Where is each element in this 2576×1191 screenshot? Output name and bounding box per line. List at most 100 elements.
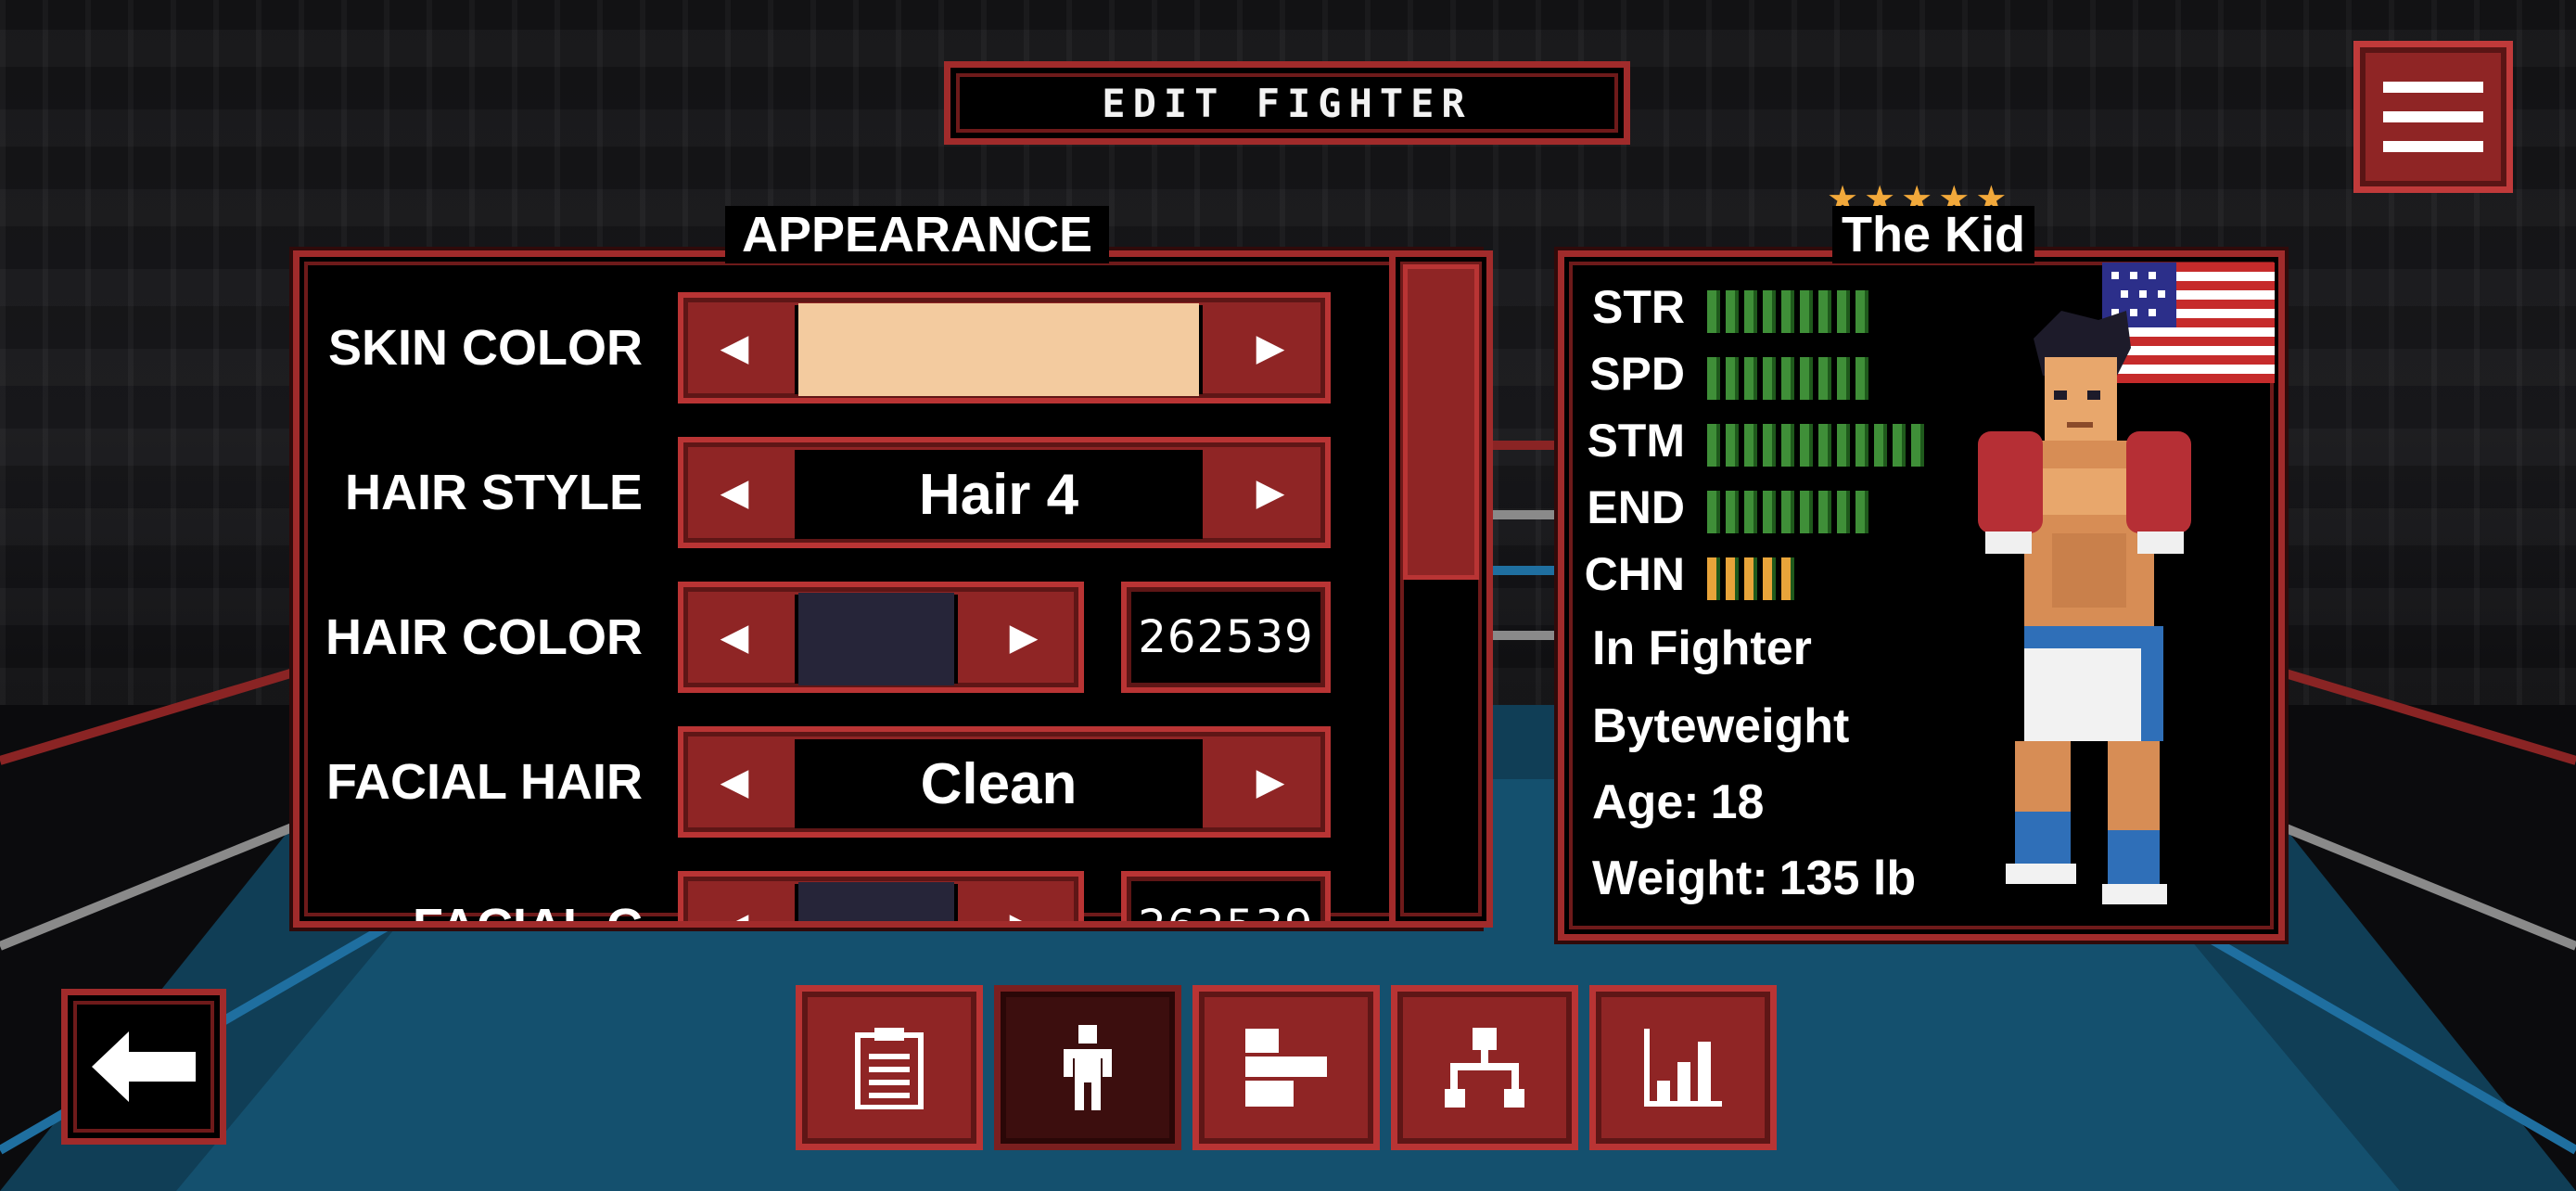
- arrow-right-icon: ▶: [1009, 616, 1039, 659]
- hierarchy-icon: [1445, 1028, 1524, 1108]
- stat-segment: [1707, 491, 1720, 533]
- stat-segment: [1855, 491, 1868, 533]
- hair-style-selector: ◀ Hair 4 ▶: [678, 437, 1331, 548]
- arrow-left-icon: ◀: [720, 761, 749, 803]
- hair-style-row: HAIR STYLE ◀ Hair 4 ▶: [300, 437, 1459, 548]
- appearance-scrollbar[interactable]: [1389, 250, 1493, 928]
- stat-segment: [1855, 357, 1868, 400]
- skin-color-row: SKIN COLOR ◀ ▶: [300, 292, 1459, 403]
- stat-segment: [1893, 424, 1906, 467]
- stat-segment: [1763, 424, 1776, 467]
- stat-segment: [1726, 557, 1739, 600]
- stat-segment: [1726, 357, 1739, 400]
- stat-segment: [1744, 290, 1757, 333]
- fighter-panel: STR SPD STM END CHN In Fighter Byteweight Ag…: [1558, 250, 2285, 941]
- appearance-panel: SKIN COLOR ◀ ▶ HAIR STYLE ◀ Hair 4 ▶ HAI…: [293, 250, 1480, 928]
- page-title: EDIT FIGHTER: [944, 61, 1630, 145]
- skin-color-next-button[interactable]: ▶: [1219, 298, 1321, 398]
- stat-segment: [1726, 491, 1739, 533]
- facial-color-swatch: [795, 882, 958, 921]
- age-line: Age: 18: [1592, 775, 1764, 830]
- stat-segment: [1726, 424, 1739, 467]
- stat-segment: [1781, 491, 1794, 533]
- fighter-name: The Kid: [1832, 206, 2034, 263]
- stat-label: CHN: [1584, 548, 1685, 600]
- facial-color-next-button[interactable]: ▶: [973, 877, 1075, 921]
- stat-segment: [1781, 424, 1794, 467]
- facial-color-hex-input[interactable]: 262539: [1121, 871, 1331, 921]
- facial-hair-selector: ◀ Clean ▶: [678, 726, 1331, 838]
- stat-segment: [1763, 290, 1776, 333]
- skin-color-prev-button[interactable]: ◀: [683, 298, 785, 398]
- stat-label: STM: [1587, 415, 1685, 467]
- hair-style-label: HAIR STYLE: [344, 465, 643, 520]
- stat-segment: [1763, 491, 1776, 533]
- stat-bar: [1707, 357, 1868, 400]
- clipboard-icon: [855, 1028, 924, 1109]
- tab-appearance[interactable]: [994, 985, 1181, 1150]
- facial-hair-row: FACIAL HAIR ◀ Clean ▶: [300, 726, 1459, 838]
- appearance-heading: APPEARANCE: [725, 206, 1110, 263]
- facial-hair-label: FACIAL HAIR: [325, 754, 643, 810]
- stat-segment: [1707, 557, 1720, 600]
- stat-segment: [1855, 424, 1868, 467]
- stat-segment: [1781, 357, 1794, 400]
- stat-segment: [1800, 357, 1813, 400]
- tab-tree[interactable]: [1391, 985, 1578, 1150]
- stat-segment: [1818, 491, 1831, 533]
- stat-segment: [1911, 424, 1924, 467]
- stat-segment: [1837, 424, 1850, 467]
- facial-color-label: FACIAL C: [412, 899, 643, 928]
- age-value: 18: [1710, 775, 1765, 829]
- arrow-left-icon: ◀: [720, 616, 749, 659]
- tab-info[interactable]: [796, 985, 983, 1150]
- stat-segment: [1800, 290, 1813, 333]
- arrow-right-icon: ▶: [1256, 761, 1285, 803]
- arrow-left-icon: ◀: [720, 471, 749, 514]
- stat-segment: [1818, 424, 1831, 467]
- stat-segment: [1837, 491, 1850, 533]
- scrollbar-thumb[interactable]: [1403, 264, 1479, 580]
- stat-segment: [1837, 357, 1850, 400]
- stat-segment: [1726, 290, 1739, 333]
- facial-hair-prev-button[interactable]: ◀: [683, 732, 785, 832]
- tab-stats[interactable]: [1589, 985, 1777, 1150]
- hair-color-selector: ◀ ▶: [678, 582, 1084, 693]
- hair-color-hex-input[interactable]: 262539: [1121, 582, 1331, 693]
- hair-color-prev-button[interactable]: ◀: [683, 587, 785, 687]
- arrow-right-icon: ▶: [1256, 471, 1285, 514]
- facial-color-prev-button[interactable]: ◀: [683, 877, 785, 928]
- tab-layout[interactable]: [1192, 985, 1380, 1150]
- hair-style-prev-button[interactable]: ◀: [683, 442, 785, 543]
- stat-segment: [1800, 491, 1813, 533]
- menu-button[interactable]: [2353, 41, 2513, 193]
- hair-color-label: HAIR COLOR: [325, 609, 643, 665]
- stat-segment: [1781, 290, 1794, 333]
- hair-color-swatch: [795, 593, 958, 685]
- arrow-left-icon: ◀: [720, 327, 749, 369]
- stat-segment: [1781, 557, 1794, 600]
- facial-color-selector: ◀ ▶: [678, 871, 1084, 928]
- hair-color-next-button[interactable]: ▶: [973, 587, 1075, 687]
- arrow-right-icon: ▶: [1256, 327, 1285, 369]
- stat-bar: [1707, 491, 1868, 533]
- stat-label: STR: [1592, 281, 1685, 333]
- age-label: Age:: [1592, 775, 1700, 829]
- person-icon: [1064, 1025, 1112, 1110]
- back-button[interactable]: [61, 989, 226, 1145]
- arrow-left-icon: ◀: [720, 905, 749, 928]
- hair-style-next-button[interactable]: ▶: [1219, 442, 1321, 543]
- stat-segment: [1744, 357, 1757, 400]
- weight-class: Byteweight: [1592, 699, 1850, 753]
- facial-hair-next-button[interactable]: ▶: [1219, 732, 1321, 832]
- stat-segment: [1763, 357, 1776, 400]
- skin-color-label: SKIN COLOR: [327, 320, 643, 376]
- bar-chart-icon: [1644, 1029, 1722, 1107]
- stat-segment: [1763, 557, 1776, 600]
- fighting-style: In Fighter: [1592, 621, 1812, 675]
- stat-segment: [1800, 424, 1813, 467]
- facial-hair-value: Clean: [795, 739, 1203, 828]
- stat-segment: [1744, 557, 1757, 600]
- stat-label: SPD: [1589, 348, 1685, 400]
- stat-segment: [1707, 357, 1720, 400]
